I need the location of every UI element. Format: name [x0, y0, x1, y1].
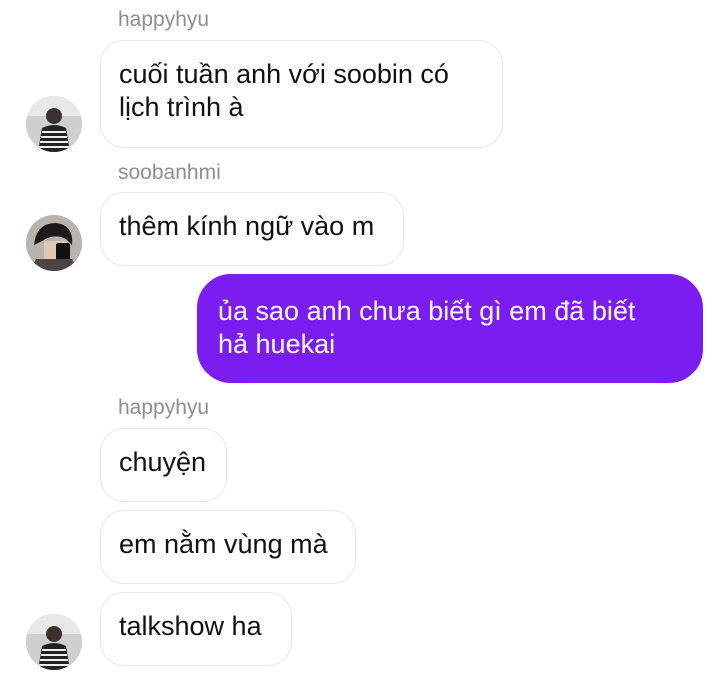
- outgoing-message-bubble[interactable]: ủa sao anh chưa biết gì em đã biết hả hu…: [197, 274, 703, 383]
- user-avatar-icon: [26, 215, 82, 271]
- user-avatar-icon: [26, 614, 82, 670]
- sender-name: happyhyu: [118, 8, 210, 31]
- message-bubble[interactable]: cuối tuần anh với soobin có lịch trình à: [100, 40, 503, 148]
- avatar[interactable]: [26, 215, 82, 271]
- user-avatar-icon: [26, 96, 82, 152]
- message-bubble[interactable]: chuyện: [100, 428, 227, 502]
- sender-name: soobanhmi: [118, 161, 221, 184]
- message-bubble[interactable]: em nằm vùng mà: [100, 510, 356, 584]
- message-bubble[interactable]: thêm kính ngữ vào m: [100, 192, 404, 266]
- avatar[interactable]: [26, 96, 82, 152]
- message-bubble[interactable]: talkshow ha: [100, 592, 292, 666]
- sender-name: happyhyu: [118, 396, 210, 419]
- avatar[interactable]: [26, 614, 82, 670]
